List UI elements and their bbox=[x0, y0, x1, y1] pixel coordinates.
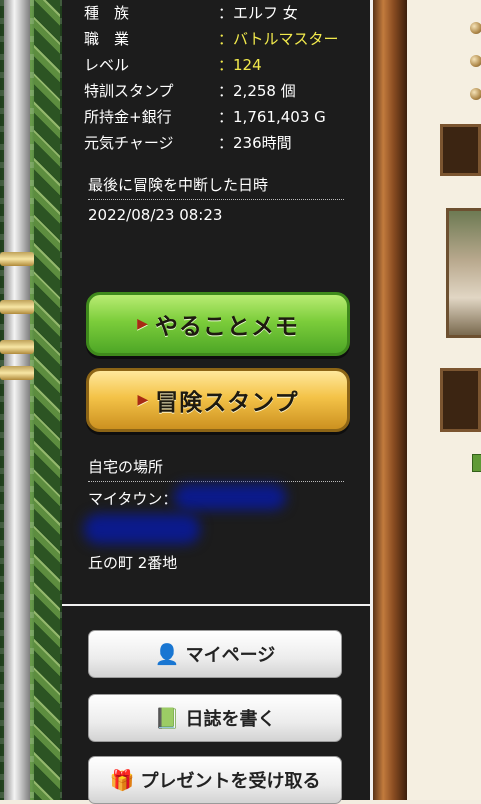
vine-strip bbox=[34, 0, 60, 800]
pillar-ornament bbox=[0, 366, 34, 380]
charge-label: 元気チャージ bbox=[84, 134, 174, 152]
receive-present-button[interactable]: 🎁 プレゼントを受け取る bbox=[88, 756, 342, 804]
gold-label: 所持金+銀行 bbox=[84, 108, 172, 126]
colon: ： bbox=[218, 56, 234, 74]
level-value: 124 bbox=[233, 56, 262, 74]
gold-value: 1,761,403 G bbox=[233, 108, 326, 126]
diary-icon: 📗 bbox=[154, 706, 180, 730]
redacted-text bbox=[174, 484, 286, 510]
race-value: エルフ 女 bbox=[233, 4, 298, 22]
frame-box bbox=[440, 368, 481, 432]
bullet-dot bbox=[470, 88, 481, 100]
mypage-button[interactable]: 👤 マイページ bbox=[88, 630, 342, 678]
write-diary-button[interactable]: 📗 日誌を書く bbox=[88, 694, 342, 742]
arrow-right-icon: ▶ bbox=[137, 316, 149, 332]
level-row: レベル ：124 bbox=[84, 54, 262, 76]
colon: ： bbox=[218, 4, 234, 22]
adventure-stamp-button[interactable]: ▶ 冒険スタンプ bbox=[86, 368, 350, 432]
stamp-value: 2,258 個 bbox=[233, 82, 296, 100]
last-adventure-heading: 最後に冒険を中断した日時 bbox=[88, 174, 344, 200]
gold-row: 所持金+銀行 ：1,761,403 G bbox=[84, 106, 326, 128]
stamp-label: 特訓スタンプ bbox=[84, 82, 174, 100]
adventure-stamp-label: 冒険スタンプ bbox=[155, 390, 299, 416]
colon: ： bbox=[218, 134, 234, 152]
job-label: 職 業 bbox=[84, 30, 130, 48]
write-diary-label: 日誌を書く bbox=[185, 709, 276, 730]
mypage-label: マイページ bbox=[185, 645, 276, 666]
bullet-dot bbox=[470, 22, 481, 34]
pillar-ornament bbox=[0, 300, 34, 314]
left-pillar bbox=[4, 0, 30, 800]
arrow-right-icon: ▶ bbox=[137, 392, 150, 408]
person-icon: 👤 bbox=[154, 642, 180, 666]
colon: ： bbox=[218, 82, 234, 100]
section-divider bbox=[62, 604, 370, 606]
green-marker-icon bbox=[472, 454, 481, 472]
mytown-label: マイタウン： bbox=[88, 490, 178, 508]
last-adventure-datetime: 2022/08/23 08:23 bbox=[88, 206, 223, 224]
level-label: レベル bbox=[84, 56, 130, 74]
charge-value: 236時間 bbox=[233, 134, 292, 152]
colon: ： bbox=[218, 30, 234, 48]
job-row: 職 業 ：バトルマスター bbox=[84, 28, 338, 50]
wooden-frame-bar bbox=[373, 0, 407, 800]
receive-present-label: プレゼントを受け取る bbox=[140, 771, 321, 792]
pillar-ornament bbox=[0, 340, 34, 354]
left-vine-decoration bbox=[0, 0, 62, 800]
home-address: 丘の町 2番地 bbox=[88, 554, 178, 572]
home-location-heading: 自宅の場所 bbox=[88, 456, 344, 482]
todo-memo-label: やることメモ bbox=[154, 314, 299, 340]
character-portrait[interactable] bbox=[446, 208, 481, 338]
pillar-ornament bbox=[0, 252, 34, 266]
redacted-text bbox=[84, 514, 200, 544]
gift-icon: 🎁 bbox=[109, 768, 135, 792]
todo-memo-button[interactable]: ▶ やることメモ bbox=[86, 292, 350, 356]
charge-row: 元気チャージ ：236時間 bbox=[84, 132, 292, 154]
frame-box bbox=[440, 124, 481, 176]
race-row: 種 族 ：エルフ 女 bbox=[84, 2, 298, 24]
job-value: バトルマスター bbox=[233, 30, 339, 48]
stamp-row: 特訓スタンプ ：2,258 個 bbox=[84, 80, 296, 102]
race-label: 種 族 bbox=[84, 4, 130, 22]
colon: ： bbox=[218, 108, 234, 126]
bullet-dot bbox=[470, 55, 481, 67]
character-info-panel: 種 族：エルフ 女 職 業：バトルマスター レベル ：124 特訓スタンプ ：2,2… bbox=[62, 0, 373, 804]
